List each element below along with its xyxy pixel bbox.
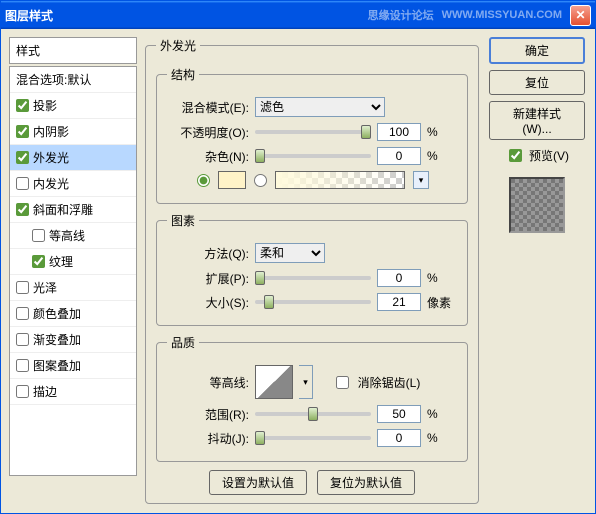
style-item-0[interactable]: 投影 (10, 93, 136, 119)
range-input[interactable] (377, 405, 421, 423)
style-label: 颜色叠加 (33, 305, 81, 322)
style-item-6[interactable]: 纹理 (10, 249, 136, 275)
style-label: 内发光 (33, 175, 69, 192)
style-item-7[interactable]: 光泽 (10, 275, 136, 301)
preview-thumbnail (509, 177, 565, 233)
style-checkbox[interactable] (16, 99, 29, 112)
noise-label: 杂色(N): (167, 148, 249, 165)
elements-group: 图素 方法(Q): 柔和 扩展(P): % 大小(S): (156, 212, 468, 326)
preview-checkbox[interactable] (509, 149, 522, 162)
blend-mode-label: 混合模式(E): (167, 99, 249, 116)
jitter-slider[interactable] (255, 436, 371, 440)
style-list: 混合选项:默认 投影内阴影外发光内发光斜面和浮雕等高线纹理光泽颜色叠加渐变叠加图… (9, 66, 137, 476)
style-checkbox[interactable] (16, 151, 29, 164)
size-slider[interactable] (255, 300, 371, 304)
style-checkbox[interactable] (16, 177, 29, 190)
blend-options-item[interactable]: 混合选项:默认 (10, 67, 136, 93)
style-label: 内阴影 (33, 123, 69, 140)
size-label: 大小(S): (167, 294, 249, 311)
style-checkbox[interactable] (16, 385, 29, 398)
outer-glow-group: 外发光 结构 混合模式(E): 滤色 不透明度(O): % (145, 37, 479, 504)
contour-picker[interactable] (255, 365, 293, 399)
ok-button[interactable]: 确定 (489, 37, 585, 64)
style-label: 光泽 (33, 279, 57, 296)
style-label: 投影 (33, 97, 57, 114)
style-item-11[interactable]: 描边 (10, 379, 136, 405)
spread-slider[interactable] (255, 276, 371, 280)
style-checkbox[interactable] (16, 203, 29, 216)
style-checkbox[interactable] (16, 333, 29, 346)
noise-slider[interactable] (255, 154, 371, 158)
gradient-preview[interactable] (275, 171, 405, 189)
contour-dropdown-icon[interactable]: ▾ (299, 365, 313, 399)
action-panel: 确定 复位 新建样式(W)... 预览(V) (487, 37, 587, 505)
make-default-button[interactable]: 设置为默认值 (209, 470, 307, 495)
blend-mode-select[interactable]: 滤色 (255, 97, 385, 117)
styles-header: 样式 (9, 37, 137, 64)
style-label: 渐变叠加 (33, 331, 81, 348)
style-item-8[interactable]: 颜色叠加 (10, 301, 136, 327)
preview-label: 预览(V) (529, 147, 569, 164)
cancel-button[interactable]: 复位 (489, 70, 585, 95)
jitter-input[interactable] (377, 429, 421, 447)
technique-select[interactable]: 柔和 (255, 243, 325, 263)
style-checkbox[interactable] (16, 359, 29, 372)
new-style-button[interactable]: 新建样式(W)... (489, 101, 585, 140)
panel-title: 外发光 (156, 37, 200, 54)
spread-label: 扩展(P): (167, 270, 249, 287)
range-label: 范围(R): (167, 406, 249, 423)
opacity-input[interactable] (377, 123, 421, 141)
style-label: 纹理 (49, 253, 73, 270)
titlebar: 图层样式 思缘设计论坛 WWW.MISSYUAN.COM ✕ (1, 1, 595, 29)
style-label: 外发光 (33, 149, 69, 166)
opacity-label: 不透明度(O): (167, 124, 249, 141)
style-item-4[interactable]: 斜面和浮雕 (10, 197, 136, 223)
antialias-label: 消除锯齿(L) (358, 374, 421, 391)
size-input[interactable] (377, 293, 421, 311)
watermark-url: WWW.MISSYUAN.COM (442, 9, 562, 21)
style-label: 斜面和浮雕 (33, 201, 93, 218)
style-item-2[interactable]: 外发光 (10, 145, 136, 171)
style-label: 等高线 (49, 227, 85, 244)
range-slider[interactable] (255, 412, 371, 416)
close-icon[interactable]: ✕ (570, 5, 591, 26)
styles-sidebar: 样式 混合选项:默认 投影内阴影外发光内发光斜面和浮雕等高线纹理光泽颜色叠加渐变… (9, 37, 137, 505)
style-item-3[interactable]: 内发光 (10, 171, 136, 197)
style-checkbox[interactable] (16, 281, 29, 294)
jitter-label: 抖动(J): (167, 430, 249, 447)
technique-label: 方法(Q): (167, 245, 249, 262)
style-label: 描边 (33, 383, 57, 400)
opacity-slider[interactable] (255, 130, 371, 134)
gradient-dropdown-icon[interactable]: ▾ (413, 171, 429, 189)
settings-panel: 外发光 结构 混合模式(E): 滤色 不透明度(O): % (145, 37, 479, 505)
style-checkbox[interactable] (32, 229, 45, 242)
reset-default-button[interactable]: 复位为默认值 (317, 470, 415, 495)
style-item-9[interactable]: 渐变叠加 (10, 327, 136, 353)
quality-group: 品质 等高线: ▾ 消除锯齿(L) 范围(R): % (156, 334, 468, 462)
style-item-5[interactable]: 等高线 (10, 223, 136, 249)
style-checkbox[interactable] (32, 255, 45, 268)
solid-color-radio[interactable] (197, 174, 210, 187)
style-label: 图案叠加 (33, 357, 81, 374)
spread-input[interactable] (377, 269, 421, 287)
layer-style-dialog: 图层样式 思缘设计论坛 WWW.MISSYUAN.COM ✕ 样式 混合选项:默… (0, 0, 596, 514)
antialias-checkbox[interactable] (336, 376, 349, 389)
style-item-10[interactable]: 图案叠加 (10, 353, 136, 379)
style-checkbox[interactable] (16, 307, 29, 320)
window-title: 图层样式 (5, 7, 53, 24)
style-item-1[interactable]: 内阴影 (10, 119, 136, 145)
gradient-radio[interactable] (254, 174, 267, 187)
style-checkbox[interactable] (16, 125, 29, 138)
structure-group: 结构 混合模式(E): 滤色 不透明度(O): % 杂色(N) (156, 66, 468, 204)
contour-label: 等高线: (167, 374, 249, 391)
noise-input[interactable] (377, 147, 421, 165)
watermark-text: 思缘设计论坛 (368, 7, 434, 23)
color-swatch[interactable] (218, 171, 246, 189)
